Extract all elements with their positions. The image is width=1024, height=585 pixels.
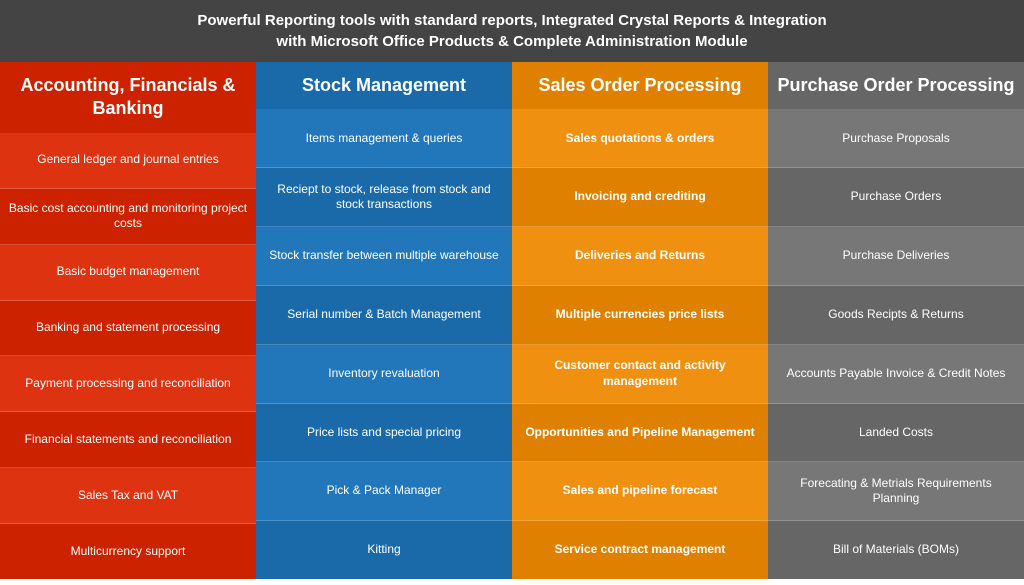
list-item: Inventory revaluation <box>256 345 512 404</box>
list-item: Reciept to stock, release from stock and… <box>256 168 512 227</box>
list-item: Sales and pipeline forecast <box>512 462 768 521</box>
column-items-purchase: Purchase ProposalsPurchase OrdersPurchas… <box>768 109 1024 579</box>
list-item: Basic budget management <box>0 245 256 301</box>
list-item: Basic cost accounting and monitoring pro… <box>0 189 256 245</box>
list-item: Financial statements and reconciliation <box>0 412 256 468</box>
column-items-sales: Sales quotations & ordersInvoicing and c… <box>512 109 768 579</box>
list-item: Customer contact and activity management <box>512 345 768 404</box>
list-item: Price lists and special pricing <box>256 404 512 463</box>
column-header-stock: Stock Management <box>256 62 512 109</box>
list-item: Banking and statement processing <box>0 301 256 357</box>
list-item: Landed Costs <box>768 404 1024 463</box>
list-item: Serial number & Batch Management <box>256 286 512 345</box>
column-items-stock: Items management & queriesReciept to sto… <box>256 109 512 579</box>
list-item: Purchase Deliveries <box>768 227 1024 286</box>
list-item: Sales quotations & orders <box>512 109 768 168</box>
list-item: Sales Tax and VAT <box>0 468 256 524</box>
header-banner: Powerful Reporting tools with standard r… <box>0 0 1024 62</box>
columns-wrapper: Accounting, Financials & BankingGeneral … <box>0 62 1024 579</box>
column-purchase: Purchase Order ProcessingPurchase Propos… <box>768 62 1024 579</box>
list-item: Bill of Materials (BOMs) <box>768 521 1024 579</box>
list-item: Stock transfer between multiple warehous… <box>256 227 512 286</box>
column-header-sales: Sales Order Processing <box>512 62 768 109</box>
list-item: Purchase Proposals <box>768 109 1024 168</box>
list-item: Accounts Payable Invoice & Credit Notes <box>768 345 1024 404</box>
list-item: Payment processing and reconciliation <box>0 356 256 412</box>
column-accounting: Accounting, Financials & BankingGeneral … <box>0 62 256 579</box>
column-items-accounting: General ledger and journal entriesBasic … <box>0 133 256 579</box>
list-item: Items management & queries <box>256 109 512 168</box>
list-item: Invoicing and crediting <box>512 168 768 227</box>
list-item: Multiple currencies price lists <box>512 286 768 345</box>
list-item: Pick & Pack Manager <box>256 462 512 521</box>
list-item: Kitting <box>256 521 512 579</box>
column-sales: Sales Order ProcessingSales quotations &… <box>512 62 768 579</box>
header-line2: with Microsoft Office Products & Complet… <box>276 33 747 50</box>
list-item: Goods Recipts & Returns <box>768 286 1024 345</box>
column-header-purchase: Purchase Order Processing <box>768 62 1024 109</box>
list-item: General ledger and journal entries <box>0 133 256 189</box>
list-item: Service contract management <box>512 521 768 579</box>
column-stock: Stock ManagementItems management & queri… <box>256 62 512 579</box>
list-item: Forecating & Metrials Requirements Plann… <box>768 462 1024 521</box>
column-header-accounting: Accounting, Financials & Banking <box>0 62 256 133</box>
list-item: Deliveries and Returns <box>512 227 768 286</box>
list-item: Opportunities and Pipeline Management <box>512 404 768 463</box>
header-line1: Powerful Reporting tools with standard r… <box>197 12 826 29</box>
list-item: Purchase Orders <box>768 168 1024 227</box>
list-item: Multicurrency support <box>0 524 256 579</box>
